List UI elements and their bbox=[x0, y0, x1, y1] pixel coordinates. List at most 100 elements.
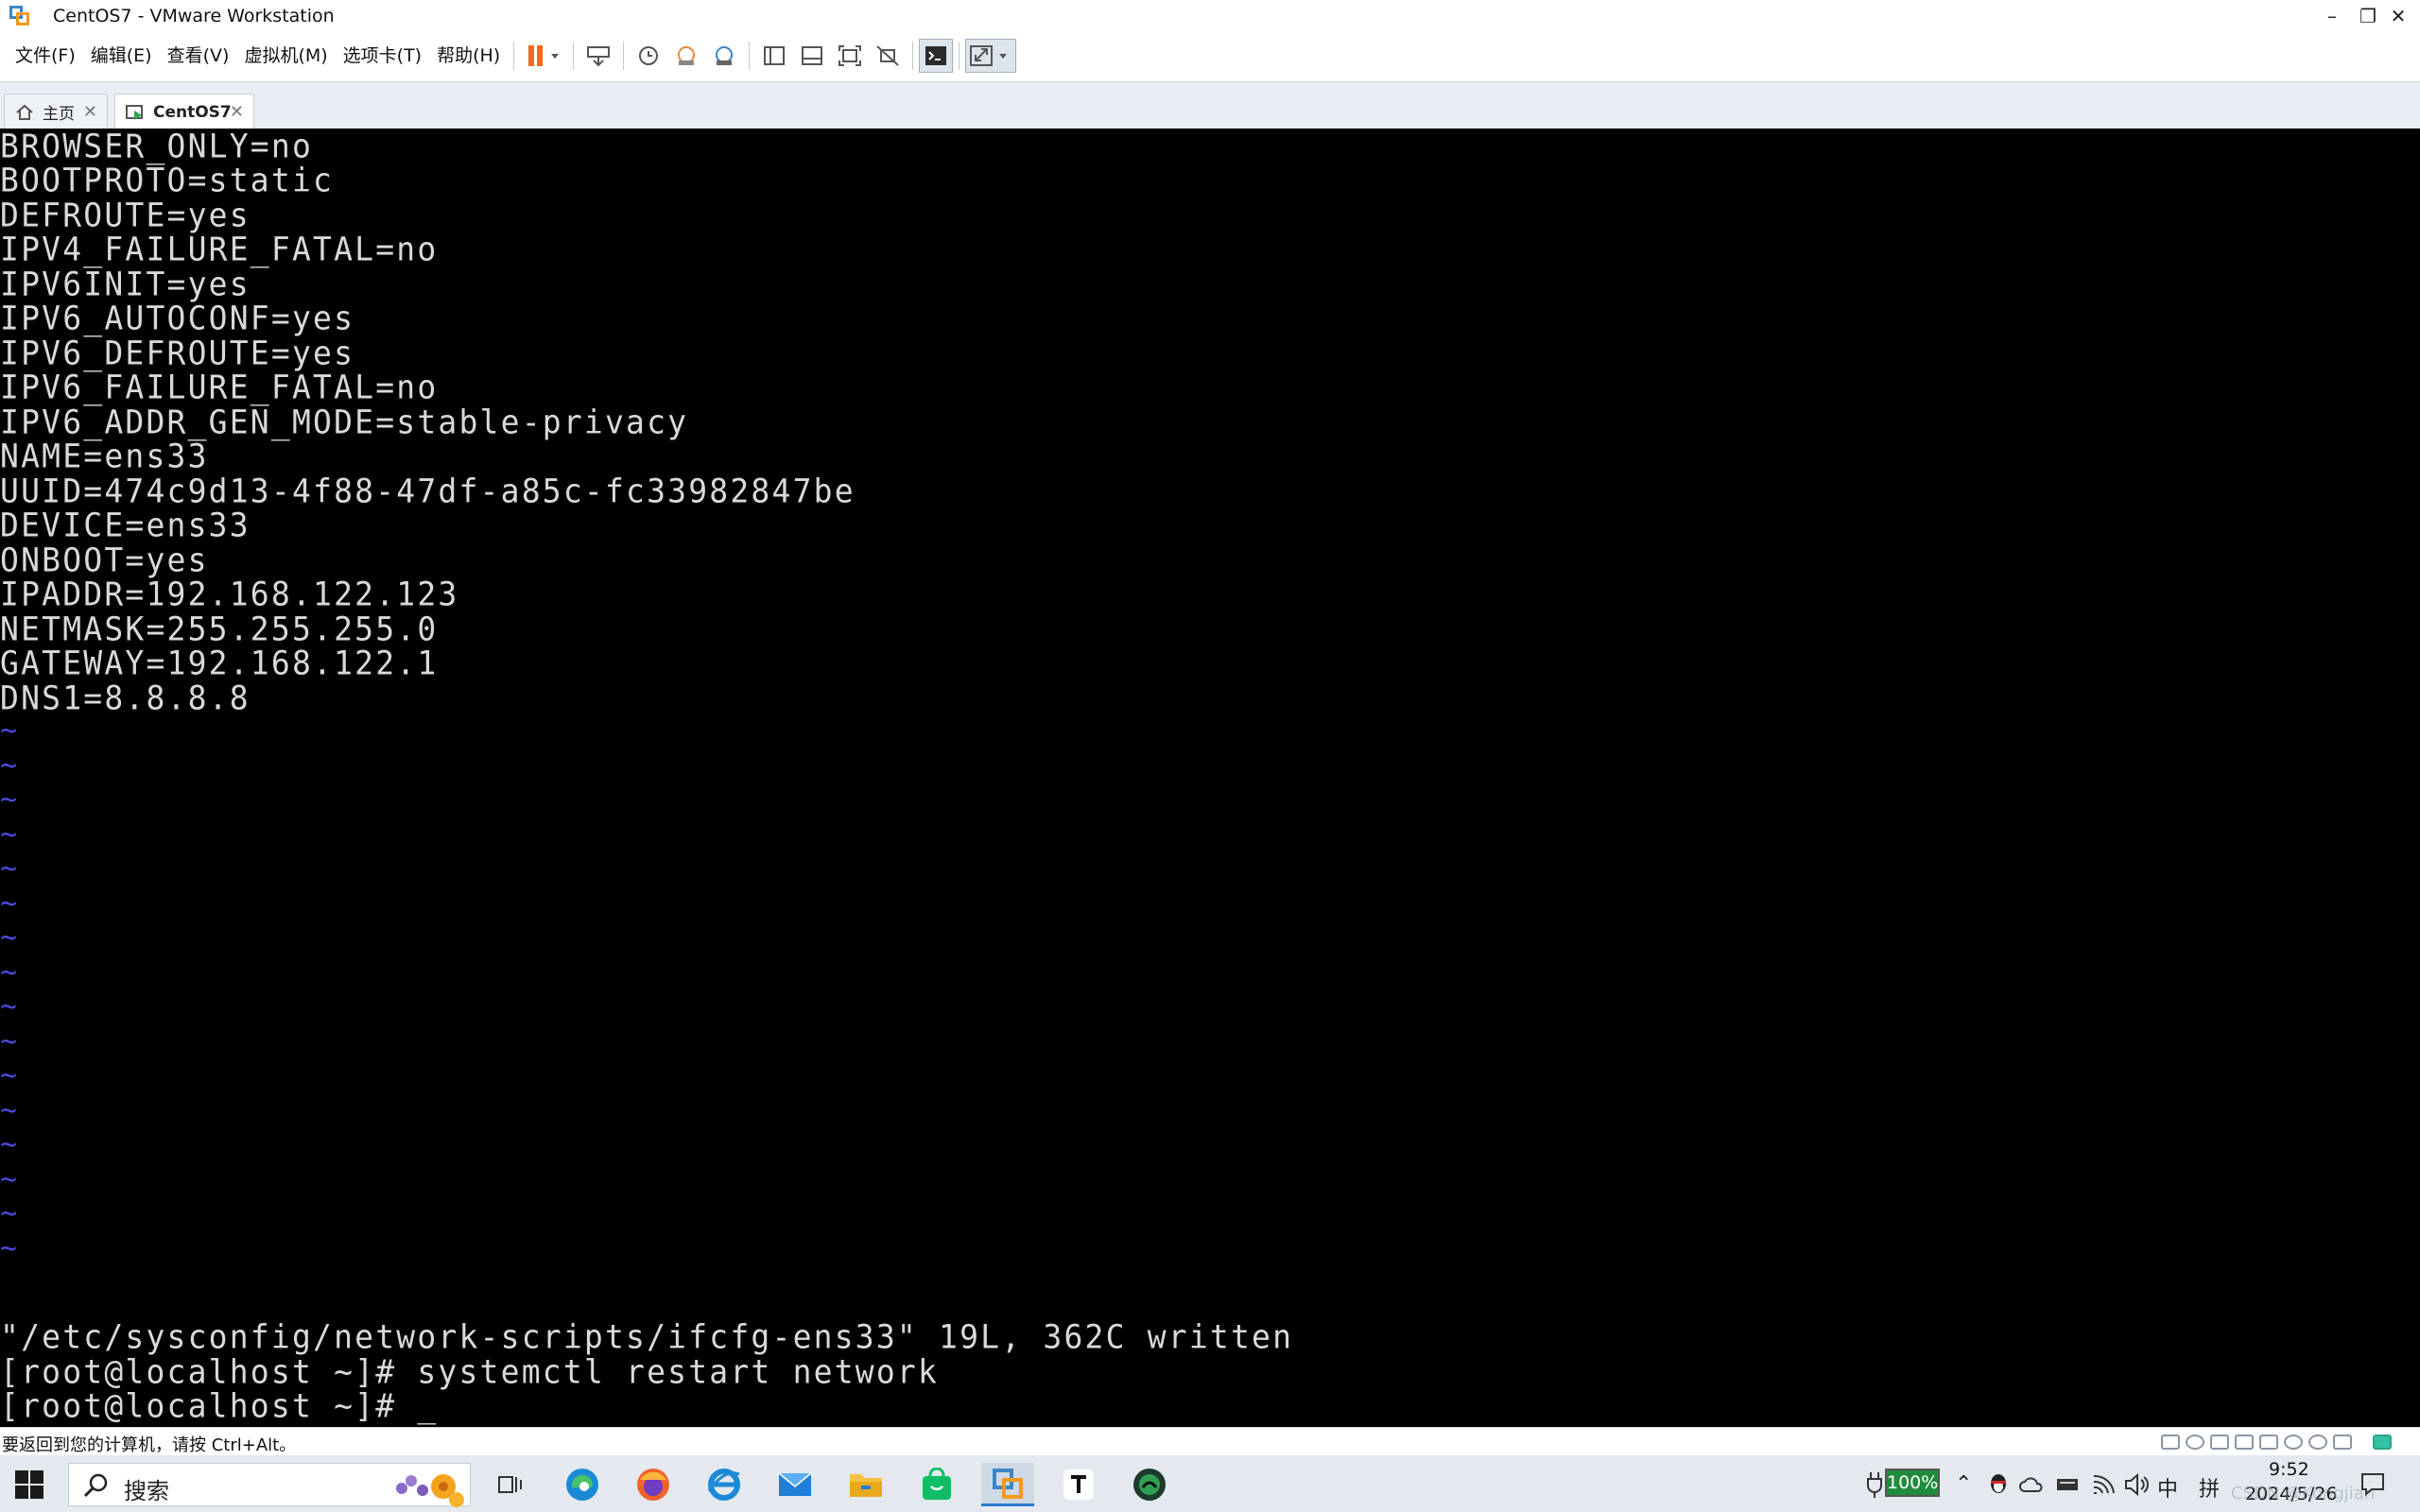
stretch-guest-button[interactable] bbox=[965, 39, 1017, 73]
task-view-icon bbox=[498, 1476, 522, 1493]
search-placeholder: 搜索 bbox=[124, 1478, 169, 1504]
printer-icon[interactable] bbox=[2259, 1435, 2278, 1450]
send-ctrl-alt-del-button[interactable] bbox=[579, 38, 617, 74]
snapshot-manager-icon bbox=[716, 46, 734, 65]
vim-empty-line-marker: ~ bbox=[0, 921, 18, 954]
thumbnail-view-icon bbox=[802, 46, 823, 65]
show-library-button[interactable] bbox=[755, 38, 793, 74]
terminal-app-taskbar-button[interactable] bbox=[1123, 1463, 1176, 1506]
menu-edit[interactable]: 编辑(E) bbox=[83, 38, 160, 74]
notification-center-icon[interactable] bbox=[2360, 1470, 2386, 1497]
vmware-logo-icon bbox=[8, 4, 32, 28]
typora-taskbar-button[interactable] bbox=[1052, 1463, 1105, 1506]
shell-command-line: [root@localhost ~]# systemctl restart ne… bbox=[0, 1351, 940, 1391]
pause-icon bbox=[528, 45, 560, 66]
console-line: DNS1=8.8.8.8 bbox=[0, 678, 251, 717]
cd-dvd-icon[interactable] bbox=[2186, 1435, 2204, 1450]
tab-home-close-icon[interactable]: ✕ bbox=[83, 102, 97, 122]
menu-vm[interactable]: 虚拟机(M) bbox=[236, 38, 335, 74]
vim-empty-line-marker: ~ bbox=[0, 1094, 18, 1127]
menu-help[interactable]: 帮助(H) bbox=[429, 38, 508, 74]
vim-empty-line-marker: ~ bbox=[0, 783, 18, 816]
shopping-bag-icon bbox=[923, 1468, 951, 1500]
vim-write-message: "/etc/sysconfig/network-scripts/ifcfg-en… bbox=[0, 1316, 1294, 1356]
usb-icon[interactable] bbox=[2235, 1435, 2254, 1450]
console-line: IPV6INIT=yes bbox=[0, 264, 251, 303]
revert-snapshot-icon bbox=[678, 46, 696, 65]
volume-icon[interactable] bbox=[2123, 1472, 2150, 1497]
window-title: CentOS7 - VMware Workstation bbox=[53, 6, 335, 26]
file-explorer-taskbar-button[interactable] bbox=[839, 1463, 892, 1506]
library-view-icon bbox=[764, 46, 786, 65]
tab-centos7-close-icon[interactable]: ✕ bbox=[230, 102, 244, 122]
console-view-button[interactable] bbox=[919, 39, 954, 73]
vmware-taskbar-button[interactable] bbox=[981, 1463, 1034, 1506]
sound-card-icon[interactable] bbox=[2284, 1435, 2303, 1450]
message-log-icon[interactable] bbox=[2373, 1435, 2392, 1450]
tab-centos7-label: CentOS7 bbox=[153, 102, 232, 122]
console-line: BOOTPROTO=static bbox=[0, 160, 335, 199]
store-taskbar-button[interactable] bbox=[910, 1463, 963, 1506]
windows-logo-icon bbox=[15, 1470, 43, 1499]
snapshot-manager-button[interactable] bbox=[705, 38, 743, 74]
console-line: BROWSER_ONLY=no bbox=[0, 129, 314, 165]
ime-mode-indicator[interactable]: 拼 bbox=[2199, 1472, 2220, 1503]
windows-taskbar: 搜索 100% ⌃ 中 拼 9:52 2024/5/26 CSDN @Kongj… bbox=[0, 1455, 2420, 1512]
unity-icon bbox=[876, 45, 899, 66]
edge-taskbar-button[interactable] bbox=[556, 1463, 609, 1506]
search-highlight-flowers-icon bbox=[396, 1474, 464, 1507]
close-button[interactable]: ✕ bbox=[2377, 0, 2420, 32]
title-bar: CentOS7 - VMware Workstation – ❐ ✕ bbox=[0, 0, 2420, 32]
menu-bar: 文件(F) 编辑(E) 查看(V) 虚拟机(M) 选项卡(T) 帮助(H) bbox=[0, 38, 2420, 74]
ime-language-indicator[interactable]: 中 bbox=[2157, 1472, 2178, 1503]
mail-icon bbox=[778, 1472, 812, 1496]
tab-centos7[interactable]: CentOS7 ✕ bbox=[114, 94, 254, 129]
battery-indicator[interactable]: 100% bbox=[1885, 1469, 1940, 1497]
mail-taskbar-button[interactable] bbox=[769, 1463, 821, 1506]
console-line: NETMASK=255.255.255.0 bbox=[0, 609, 439, 648]
console-line: GATEWAY=192.168.122.1 bbox=[0, 643, 439, 682]
tab-home-label: 主页 bbox=[43, 105, 75, 124]
qq-penguin-icon[interactable] bbox=[1987, 1471, 2010, 1496]
show-hidden-icons-chevron-icon[interactable]: ⌃ bbox=[1955, 1472, 1972, 1496]
edge-browser-icon bbox=[566, 1469, 598, 1501]
camera-icon[interactable] bbox=[2308, 1435, 2327, 1450]
console-line: IPV6_ADDR_GEN_MODE=stable-privacy bbox=[0, 402, 689, 441]
cloud-icon[interactable] bbox=[2018, 1474, 2045, 1495]
full-screen-button[interactable] bbox=[831, 38, 869, 74]
thumbnail-bar-button[interactable] bbox=[793, 38, 831, 74]
taskbar-search-box[interactable]: 搜索 bbox=[68, 1463, 471, 1507]
start-button[interactable] bbox=[13, 1469, 45, 1501]
vm-console[interactable]: BROWSER_ONLY=no BOOTPROTO=static DEFROUT… bbox=[0, 129, 2420, 1427]
console-line: IPADDR=192.168.122.123 bbox=[0, 574, 459, 613]
toolbar-separator bbox=[912, 42, 914, 70]
keyboard-device-icon[interactable] bbox=[2055, 1474, 2080, 1495]
shell-app-icon bbox=[1133, 1469, 1166, 1501]
unity-button[interactable] bbox=[869, 38, 907, 74]
task-view-button[interactable] bbox=[484, 1463, 537, 1506]
display-icon[interactable] bbox=[2333, 1435, 2352, 1450]
toolbar-separator bbox=[513, 42, 515, 70]
vim-empty-line-marker: ~ bbox=[0, 956, 18, 989]
snapshot-button[interactable] bbox=[630, 38, 667, 74]
clock-time[interactable]: 9:52 bbox=[2269, 1459, 2309, 1480]
typora-icon bbox=[1063, 1469, 1094, 1500]
pause-button[interactable] bbox=[520, 38, 567, 74]
firefox-taskbar-button[interactable] bbox=[627, 1463, 680, 1506]
vim-empty-line-marker: ~ bbox=[0, 887, 18, 920]
firefox-icon bbox=[637, 1469, 669, 1501]
full-screen-icon bbox=[838, 45, 862, 66]
status-bar: 要返回到您的计算机，请按 Ctrl+Alt。 bbox=[0, 1427, 2420, 1456]
menu-tabs[interactable]: 选项卡(T) bbox=[336, 38, 429, 74]
revert-snapshot-button[interactable] bbox=[667, 38, 705, 74]
hard-disk-icon[interactable] bbox=[2161, 1435, 2180, 1450]
ie-taskbar-button[interactable] bbox=[698, 1463, 751, 1506]
wifi-icon[interactable] bbox=[2091, 1472, 2118, 1497]
menu-file[interactable]: 文件(F) bbox=[8, 38, 83, 74]
menu-view[interactable]: 查看(V) bbox=[160, 38, 237, 74]
console-line: IPV6_FAILURE_FATAL=no bbox=[0, 367, 439, 406]
toolbar-separator bbox=[749, 42, 751, 70]
tab-home[interactable]: 主页 ✕ bbox=[4, 94, 108, 129]
network-adapter-icon[interactable] bbox=[2210, 1435, 2229, 1450]
console-line: NAME=ens33 bbox=[0, 436, 209, 475]
